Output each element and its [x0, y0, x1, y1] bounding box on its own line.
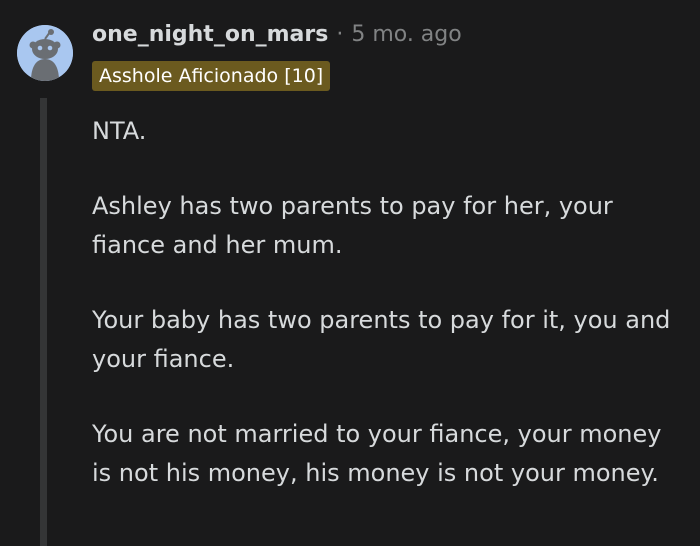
comment-body: NTA. Ashley has two parents to pay for h…: [92, 112, 682, 529]
thread-collapse-line[interactable]: [40, 98, 47, 546]
reddit-snoo-icon: [17, 25, 73, 81]
comment-paragraph: NTA.: [92, 117, 147, 145]
comment-paragraph: Your baby has two parents to pay for it,…: [92, 306, 671, 373]
separator-dot: ·: [336, 21, 344, 47]
comment-paragraph: Ashley has two parents to pay for her, y…: [92, 192, 613, 259]
user-flair: Asshole Aficionado [10]: [92, 61, 331, 91]
comment-paragraph: You are not married to your fiance, your…: [92, 420, 662, 487]
timestamp[interactable]: 5 mo. ago: [351, 22, 461, 47]
username-link[interactable]: one_night_on_mars: [92, 22, 328, 47]
comment-header: one_night_on_mars · 5 mo. ago: [92, 18, 462, 50]
avatar[interactable]: [17, 25, 73, 81]
comment: one_night_on_mars · 5 mo. ago Asshole Af…: [0, 0, 700, 546]
